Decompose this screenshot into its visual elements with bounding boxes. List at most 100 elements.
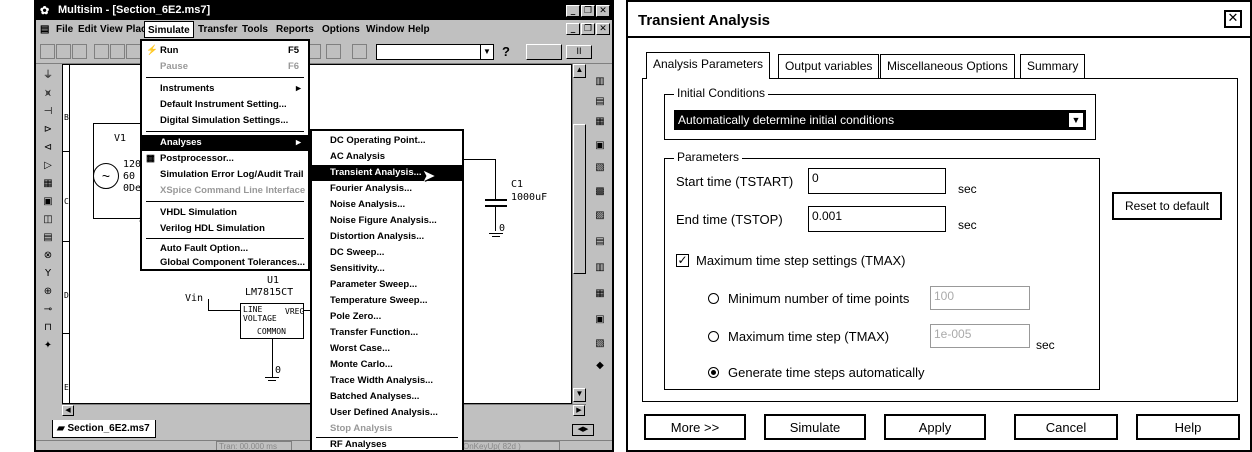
word-generator-icon[interactable]: ▩ [592,184,608,200]
menu-item-noise-figure-analysis[interactable]: Noise Figure Analysis... [312,213,462,229]
menu-item-global-tolerances[interactable]: Global Component Tolerances... [142,255,308,271]
child-restore-button[interactable]: ❐ [581,23,595,35]
capacitor-icon[interactable]: ⊣ [40,104,56,120]
menu-item-dc-operating-point[interactable]: DC Operating Point... [312,133,462,149]
menu-item-fourier-analysis[interactable]: Fourier Analysis... [312,181,462,197]
tab-miscellaneous-options[interactable]: Miscellaneous Options [880,54,1015,78]
menu-transfer[interactable]: Transfer [198,24,237,35]
logic-analyzer-icon[interactable]: ▨ [592,208,608,224]
lamp-icon[interactable]: ⊕ [40,284,56,300]
initial-conditions-select[interactable]: Automatically determine initial conditio… [674,110,1086,130]
tab-analysis-parameters[interactable]: Analysis Parameters [646,52,771,79]
menu-item-pole-zero[interactable]: Pole Zero... [312,309,462,325]
resistor-icon[interactable]: ⩙ [40,86,56,102]
minimize-button[interactable]: _ [566,5,580,17]
menu-file[interactable]: File [56,24,73,35]
tab-nav-buttons[interactable]: ◀▶ [572,424,594,436]
menu-item-postprocessor[interactable]: ▦ Postprocessor... [142,151,308,167]
menu-item-instruments[interactable]: Instruments ▸ [142,81,308,97]
menu-window[interactable]: Window [366,24,404,35]
distortion-analyzer-icon[interactable]: ▥ [592,260,608,276]
pause-switch[interactable]: II [566,45,592,59]
chevron-down-icon[interactable]: ▼ [1068,112,1084,128]
spectrum-analyzer-icon[interactable]: ▦ [592,286,608,302]
menu-view[interactable]: View [100,24,123,35]
sheet-tab[interactable]: ▰ Section_6E2.ms7 [52,420,156,438]
function-generator-icon[interactable]: ▤ [592,94,608,110]
scroll-down-button[interactable]: ▼ [573,388,586,402]
logic-converter-icon[interactable]: ▤ [592,234,608,250]
run-switch[interactable] [526,44,562,60]
paste-icon[interactable] [126,44,141,59]
scroll-left-button[interactable]: ◀ [62,405,74,416]
menu-help[interactable]: Help [408,24,430,35]
menu-item-batched-analyses[interactable]: Batched Analyses... [312,389,462,405]
child-close-button[interactable]: ✕ [596,23,610,35]
connector-icon[interactable]: ⊸ [40,302,56,318]
diode-icon[interactable]: ⊳ [40,122,56,138]
cmos-icon[interactable]: ▣ [40,194,56,210]
vertical-scrollbar[interactable]: ▲ ▼ [572,64,586,404]
restore-button[interactable]: ❐ [581,5,595,17]
bode-plotter-icon[interactable]: ▧ [592,160,608,176]
oscilloscope-icon[interactable]: ▣ [592,138,608,154]
menu-reports[interactable]: Reports [276,24,314,35]
menu-item-noise-analysis[interactable]: Noise Analysis... [312,197,462,213]
menu-item-stop-analysis[interactable]: Stop Analysis [312,421,462,437]
tmax-checkbox[interactable]: ✓ [676,254,689,267]
menu-tools[interactable]: Tools [242,24,268,35]
more-button[interactable]: More >> [644,414,746,440]
menu-item-vhdl-simulation[interactable]: VHDL Simulation [142,205,308,221]
simulate-button[interactable]: Simulate [764,414,866,440]
misc-digital-icon[interactable]: ◫ [40,212,56,228]
probe-icon[interactable] [326,44,341,59]
close-icon[interactable]: ✕ [1224,10,1242,28]
menu-item-user-defined-analysis[interactable]: User Defined Analysis... [312,405,462,421]
start-time-input[interactable]: 0 [808,168,946,194]
indicator-icon[interactable]: ⊗ [40,248,56,264]
save-icon[interactable] [72,44,87,59]
menu-item-parameter-sweep[interactable]: Parameter Sweep... [312,277,462,293]
reset-to-default-button[interactable]: Reset to default [1112,192,1222,220]
antenna-icon[interactable]: Y [40,266,56,282]
mixed-icon[interactable]: ▤ [40,230,56,246]
menu-item-verilog-simulation[interactable]: Verilog HDL Simulation [142,221,308,237]
menu-item-rf-analyses[interactable]: RF Analyses [312,437,462,450]
transistor-icon[interactable]: ⊲ [40,140,56,156]
tab-output-variables[interactable]: Output variables [778,54,880,78]
radio-max-time-step[interactable] [708,331,719,342]
electro-icon[interactable]: ✦ [40,338,56,354]
cut-icon[interactable] [94,44,109,59]
close-button[interactable]: ✕ [596,5,610,17]
menu-options[interactable]: Options [322,24,360,35]
new-icon[interactable] [40,44,55,59]
menu-item-transfer-function[interactable]: Transfer Function... [312,325,462,341]
component-combo-arrow[interactable]: ▼ [480,45,493,59]
component-combo[interactable] [376,44,494,60]
probe-tool-icon[interactable]: ◆ [592,358,608,374]
radio-generate-auto[interactable] [708,367,719,378]
scroll-thumb[interactable] [573,124,586,274]
help-button[interactable]: Help [1136,414,1240,440]
scroll-right-button[interactable]: ▶ [573,405,585,416]
menu-item-error-log[interactable]: Simulation Error Log/Audit Trail [142,167,308,183]
menu-item-xspice[interactable]: XSpice Command Line Interface [142,183,308,199]
child-minimize-button[interactable]: _ [566,23,580,35]
end-time-input[interactable]: 0.001 [808,206,946,232]
menu-simulate[interactable]: Simulate [144,21,194,38]
wattmeter-icon[interactable]: ▦ [592,114,608,130]
apply-button[interactable]: Apply [884,414,986,440]
menu-item-trace-width-analysis[interactable]: Trace Width Analysis... [312,373,462,389]
menu-item-temperature-sweep[interactable]: Temperature Sweep... [312,293,462,309]
menu-item-run[interactable]: ⚡ Run F5 [142,43,308,59]
iv-analyzer-icon[interactable]: ▧ [592,336,608,352]
ground-icon[interactable]: ⏚ [40,68,56,84]
max-time-step-input[interactable]: 1e-005 [930,324,1030,348]
copy-icon[interactable] [110,44,125,59]
menu-item-dc-sweep[interactable]: DC Sweep... [312,245,462,261]
help-icon[interactable]: ? [502,44,510,59]
radio-min-time-points[interactable] [708,293,719,304]
min-time-points-input[interactable]: 100 [930,286,1030,310]
ttl-icon[interactable]: ▦ [40,176,56,192]
network-analyzer-icon[interactable]: ▣ [592,312,608,328]
